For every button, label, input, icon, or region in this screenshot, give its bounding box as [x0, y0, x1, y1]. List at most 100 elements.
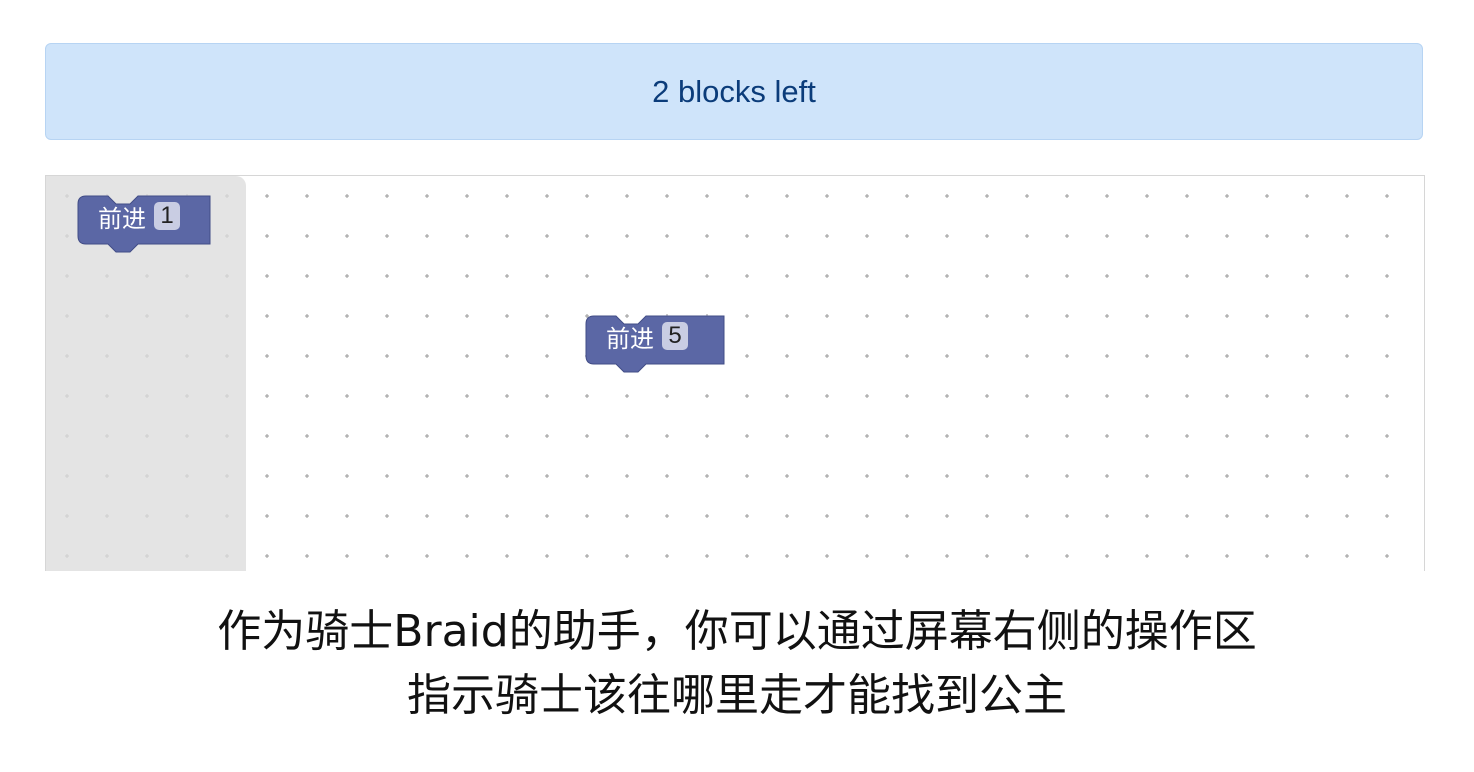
grid-dot — [865, 314, 869, 318]
grid-dot — [1385, 354, 1389, 358]
grid-dot — [305, 234, 309, 238]
grid-dot — [1345, 274, 1349, 278]
grid-dot — [1345, 354, 1349, 358]
grid-dot — [825, 354, 829, 358]
grid-dot — [745, 194, 749, 198]
grid-dot — [985, 314, 989, 318]
grid-dot — [505, 554, 509, 558]
grid-dot — [1185, 314, 1189, 318]
grid-dot — [505, 514, 509, 518]
puzzle-page: 2 blocks left 前进 1 前进 5 作为骑士Braid的助手，你可以… — [0, 0, 1474, 772]
grid-dot — [1305, 434, 1309, 438]
grid-dot — [505, 314, 509, 318]
grid-dot — [345, 474, 349, 478]
block-steps-input[interactable]: 1 — [154, 202, 180, 230]
grid-dot — [785, 554, 789, 558]
grid-dot — [1145, 514, 1149, 518]
grid-dot — [785, 234, 789, 238]
grid-dot — [905, 314, 909, 318]
grid-dot — [1305, 354, 1309, 358]
grid-dot — [345, 194, 349, 198]
grid-dot — [1265, 474, 1269, 478]
grid-dot — [1265, 554, 1269, 558]
grid-dot — [1345, 314, 1349, 318]
grid-dot — [1185, 234, 1189, 238]
flyout-move-forward-block[interactable]: 前进 1 — [77, 195, 211, 253]
grid-dot — [265, 194, 269, 198]
grid-dot — [385, 234, 389, 238]
grid-dot — [1025, 274, 1029, 278]
grid-dot — [945, 234, 949, 238]
grid-dot — [1105, 554, 1109, 558]
grid-dot — [465, 274, 469, 278]
grid-dot — [545, 274, 549, 278]
grid-dot — [1305, 514, 1309, 518]
grid-dot — [1345, 434, 1349, 438]
grid-dot — [625, 274, 629, 278]
grid-dot — [1385, 434, 1389, 438]
blockly-workspace[interactable]: 前进 1 前进 5 — [45, 175, 1425, 571]
grid-dot — [1025, 434, 1029, 438]
grid-dot — [305, 394, 309, 398]
grid-dot — [385, 554, 389, 558]
grid-dot — [425, 194, 429, 198]
grid-dot — [985, 234, 989, 238]
grid-dot — [945, 354, 949, 358]
grid-dot — [585, 274, 589, 278]
grid-dot — [745, 274, 749, 278]
grid-dot — [1265, 234, 1269, 238]
grid-dot — [825, 434, 829, 438]
grid-dot — [1185, 554, 1189, 558]
grid-dot — [1065, 474, 1069, 478]
workspace-move-forward-block[interactable]: 前进 5 — [585, 315, 725, 373]
grid-dot — [745, 234, 749, 238]
grid-dot — [1385, 514, 1389, 518]
grid-dot — [425, 554, 429, 558]
block-steps-input[interactable]: 5 — [662, 322, 688, 350]
grid-dot — [385, 514, 389, 518]
grid-dot — [665, 194, 669, 198]
grid-dot — [1345, 234, 1349, 238]
grid-dot — [1305, 314, 1309, 318]
grid-dot — [305, 474, 309, 478]
grid-dot — [585, 514, 589, 518]
grid-dot — [865, 514, 869, 518]
grid-dot — [1105, 194, 1109, 198]
grid-dot — [825, 554, 829, 558]
grid-dot — [1385, 274, 1389, 278]
blocks-left-banner: 2 blocks left — [45, 43, 1423, 140]
grid-dot — [1025, 354, 1029, 358]
grid-dot — [385, 194, 389, 198]
grid-dot — [505, 194, 509, 198]
grid-dot — [545, 354, 549, 358]
grid-dot — [265, 234, 269, 238]
grid-dot — [1025, 554, 1029, 558]
grid-dot — [985, 354, 989, 358]
grid-dot — [465, 474, 469, 478]
instruction-text: 作为骑士Braid的助手，你可以通过屏幕右侧的操作区 指示骑士该往哪里走才能找到… — [0, 600, 1474, 728]
grid-dot — [1105, 234, 1109, 238]
grid-dot — [1265, 354, 1269, 358]
grid-dot — [665, 514, 669, 518]
grid-dot — [265, 434, 269, 438]
grid-dot — [465, 314, 469, 318]
grid-dot — [985, 514, 989, 518]
grid-dot — [705, 434, 709, 438]
grid-dot — [1105, 434, 1109, 438]
grid-dot — [945, 554, 949, 558]
grid-dot — [1065, 394, 1069, 398]
grid-dot — [945, 474, 949, 478]
grid-dot — [985, 394, 989, 398]
grid-dot — [385, 314, 389, 318]
grid-dot — [1305, 554, 1309, 558]
grid-dot — [985, 434, 989, 438]
grid-dot — [745, 354, 749, 358]
grid-dot — [985, 194, 989, 198]
grid-dot — [1185, 354, 1189, 358]
grid-dot — [1065, 554, 1069, 558]
grid-dot — [1145, 354, 1149, 358]
grid-dot — [1145, 274, 1149, 278]
grid-dot — [905, 554, 909, 558]
grid-dot — [945, 394, 949, 398]
grid-dot — [545, 394, 549, 398]
